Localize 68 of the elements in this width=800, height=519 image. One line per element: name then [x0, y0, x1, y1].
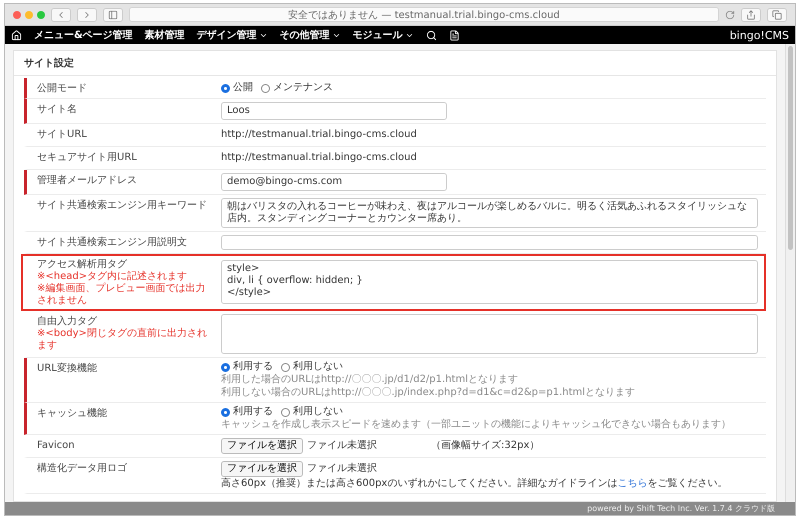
radio-option[interactable]: 利用しない	[281, 406, 343, 418]
size-hint: （画像幅サイズ:32px）	[431, 440, 540, 452]
help-text: 利用した場合のURLはhttp://〇〇〇.jp/d1/d2/p1.htmlとなります	[221, 374, 519, 386]
share-icon	[746, 10, 756, 20]
input-field[interactable]: 朝はバリスタの入れるコーヒーが味わえ、夜はアルコールが楽しめるバルに。明るく活気あふれるスタイリッシュな店内。スタンディングコーナーとカウンター席あり。	[221, 198, 758, 228]
url-text: http://testmanual.trial.bingo-cms.cloud	[221, 128, 418, 142]
help-text: 利用しない場合のURLはhttp://〇〇〇.jp/index.php?d=d1&c=d2&p=p1.htmlとなります	[221, 387, 636, 399]
field-label: サイト名	[37, 104, 78, 116]
scrollbar[interactable]	[785, 44, 795, 502]
note-text: ※<body>閉じタグの直前に出力されます	[37, 328, 208, 352]
radio-icon[interactable]	[221, 84, 230, 92]
radio-icon[interactable]	[221, 362, 230, 372]
tabs-button[interactable]	[767, 8, 787, 22]
radio-icon[interactable]	[221, 408, 230, 416]
maximize-icon[interactable]	[37, 10, 45, 18]
field-label: URL変換機能	[37, 363, 98, 375]
radio-icon[interactable]	[281, 362, 290, 372]
home-icon[interactable]	[11, 30, 22, 40]
choose-file-button[interactable]: ファイルを選択	[221, 438, 303, 454]
guide-link[interactable]: こちら	[617, 478, 648, 489]
reload-icon[interactable]	[725, 10, 735, 20]
input-field[interactable]: demo@bingo-cms.com	[221, 173, 447, 191]
field-label: 管理者メールアドレス	[37, 175, 138, 187]
address-bar[interactable]: 安全ではありません — testmanual.trial.bingo-cms.cloud	[129, 7, 719, 22]
field-label: 構造化データ用ロゴ	[37, 463, 128, 475]
radio-option[interactable]: メンテナンス	[261, 82, 333, 94]
tabs-icon	[772, 10, 782, 20]
footer-text: powered by Shift Tech Inc. Ver. 1.7.4 クラウド版	[5, 502, 795, 515]
textarea-field[interactable]	[221, 314, 758, 354]
radio-option[interactable]: 公開	[221, 82, 253, 94]
field-label: 自由入力タグ	[37, 316, 98, 328]
nav-menu-item[interactable]: 素材管理	[144, 28, 185, 42]
field-label: Favicon	[37, 440, 76, 452]
field-label: セキュアサイト用URL	[37, 152, 138, 164]
radio-option[interactable]: 利用する	[221, 406, 273, 418]
field-label: キャッシュ機能	[37, 408, 108, 420]
field-label: サイト共通検索エンジン用説明文	[37, 237, 188, 249]
nav-menu-item[interactable]: デザイン管理	[196, 28, 268, 42]
radio-option[interactable]: 利用する	[221, 361, 273, 373]
brand-logo: bingo!CMS	[730, 28, 789, 42]
document-icon[interactable]	[448, 30, 460, 40]
nav-menu-item[interactable]: その他管理	[280, 28, 341, 42]
field-label: サイト共通検索エンジン用キーワード	[37, 200, 208, 212]
search-icon[interactable]	[426, 30, 437, 40]
share-button[interactable]	[741, 8, 761, 22]
help-text: キャッシュを作成し表示スピードを速めます（一部ユニットの機能によりキャッシュ化できない場合もあります）	[221, 419, 732, 431]
field-label: アクセス解析用タグ	[37, 259, 128, 270]
file-status: ファイル未選択	[307, 463, 377, 475]
radio-option[interactable]: 利用しない	[281, 361, 343, 373]
url-text: http://testmanual.trial.bingo-cms.cloud	[221, 151, 418, 165]
radio-icon[interactable]	[281, 408, 290, 416]
close-icon[interactable]	[13, 10, 21, 18]
sidebar-button[interactable]	[103, 8, 123, 22]
sidebar-icon	[108, 10, 118, 20]
input-field[interactable]	[221, 235, 758, 250]
note-text: ※<head>タグ内に記述されます	[37, 271, 188, 282]
guide-text: 高さ60px（推奨）または高さ600pxのいずれかにしてください。詳細なガイドラインはこちら をご覧ください。	[221, 478, 728, 490]
note-text: ※編集画面、プレビュー画面では出力されません	[37, 283, 206, 307]
file-status: ファイル未選択	[307, 440, 377, 452]
nav-menu-item[interactable]: メニュー&ページ管理	[34, 28, 133, 42]
radio-icon[interactable]	[261, 84, 270, 92]
field-label: サイトURL	[37, 129, 88, 141]
nav-menu-item[interactable]: モジュール	[352, 28, 414, 42]
textarea-field[interactable]: style> div, li { overflow: hidden; } </style>	[221, 260, 758, 304]
field-label: 公開モード	[37, 83, 88, 95]
choose-file-button[interactable]: ファイルを選択	[221, 461, 303, 477]
card-title: サイト設定	[14, 51, 776, 76]
input-field[interactable]: Loos	[221, 102, 447, 120]
